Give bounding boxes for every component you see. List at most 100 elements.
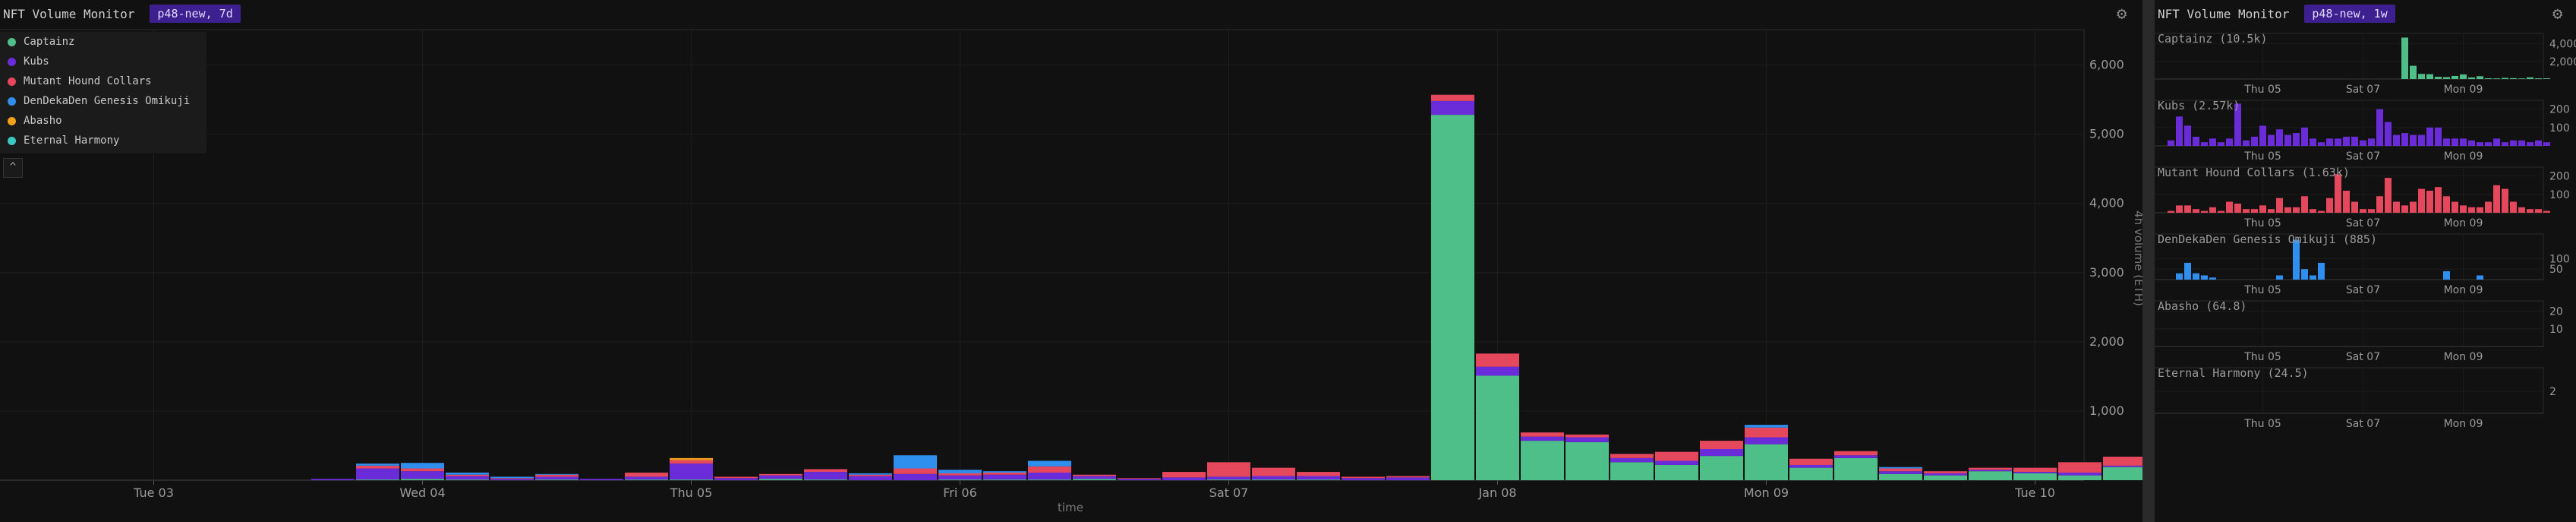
legend-label: Eternal Harmony [24,134,120,147]
legend-item[interactable]: Captainz [0,32,207,52]
bar-segment [1118,479,1161,480]
bar-segment [2013,472,2057,473]
bar-segment [1879,467,1922,469]
bar-segment [849,476,892,480]
bar-segment [1565,441,1609,480]
bar-segment [1297,472,1340,476]
mini-bar [2360,140,2366,146]
x-tick-label: Tue 03 [133,486,174,500]
bar-segment [1745,425,1788,428]
mini-bar [2368,138,2375,146]
mini-chart: 100 200 Thu 05 Sat 07 Mon 09 Kubs (2.57k) [2155,97,2576,164]
mini-bar [2535,209,2542,213]
mini-bar [2368,209,2375,213]
bar-segment [1610,462,1654,480]
mini-bar [2401,133,2408,146]
bar-segment [1879,468,1922,472]
mini-chart-title: Mutant Hound Collars (1.63k) [2158,166,2350,179]
mini-bar [2502,78,2508,79]
bar-segment [983,474,1026,480]
bar-segment [356,463,399,466]
mini-bar [2502,142,2508,146]
bar-segment [625,472,668,477]
legend-swatch [8,57,16,66]
legend-item[interactable]: DenDekaDen Genesis Omikuji [0,91,207,111]
mini-x-tick-label: Sat 07 [2346,84,2380,96]
legend-label: Kubs [24,55,49,68]
mini-bar [2301,127,2308,146]
bar-segment [580,479,623,480]
bar-segment [490,479,534,480]
mini-y-tick-label: 20 [2549,306,2563,318]
mini-bar [2276,129,2283,146]
mini-bar [2243,140,2250,146]
gear-icon[interactable]: ⚙ [2552,5,2562,24]
bar-segment [1789,458,1833,465]
y-tick-label: 2,000 [2089,334,2124,349]
bar-segment [401,479,444,480]
bar-segment [1028,460,1071,467]
mini-bar [2276,275,2283,280]
mini-bar [2451,75,2458,79]
y-tick-label: 4,000 [2089,196,2124,210]
bar-segment [804,479,847,480]
mini-y-tick-label: 100 [2549,253,2570,265]
small-panel-title: NFT Volume Monitor [2158,6,2290,21]
mini-chart-title: Captainz (10.5k) [2158,32,2268,46]
mini-chart-title: Eternal Harmony (24.5) [2158,366,2309,380]
bar-segment [1789,464,1833,468]
bar-segment [1879,471,1922,474]
bar-segment [1297,479,1340,480]
collapse-legend-button[interactable]: ^ [3,158,23,178]
mini-bar [2259,125,2266,146]
panel-divider[interactable] [2142,0,2155,522]
mini-bar [2418,188,2425,213]
bar-segment [1476,353,1519,367]
mini-bar [2243,209,2250,213]
legend-swatch [8,37,16,46]
x-tick-label: Jan 08 [1477,486,1516,500]
mini-bar [2518,78,2525,79]
bar-segment [1386,477,1430,480]
mini-bar [2335,174,2341,213]
bar-segment [670,479,713,480]
mini-bar [2443,77,2450,79]
bar-segment [1521,441,1564,480]
mini-bar [2318,262,2325,280]
bar-segment [2103,465,2142,467]
mini-x-tick-label: Mon 09 [2444,217,2483,229]
mini-bar [2284,134,2291,146]
mini-bar [2293,133,2300,146]
mini-bar [2318,210,2325,213]
mini-bar [2301,196,2308,213]
legend-item[interactable]: Mutant Hound Collars [0,71,207,91]
mini-y-tick-label: 2 [2549,386,2556,398]
bar-segment [535,474,579,477]
mini-bar [2443,196,2450,213]
mini-bar [2485,201,2492,213]
mini-bar [2326,198,2333,213]
bar-segment [401,471,444,479]
mini-y-tick-label: 10 [2549,324,2563,336]
mini-bar [2493,185,2500,213]
mini-bar [2410,134,2417,146]
mini-bar [2426,127,2433,146]
mini-chart: 100 200 Thu 05 Sat 07 Mon 09 Mutant Hound Col… [2155,164,2576,231]
main-stacked-bar-chart: 1,000 2,000 3,000 4,000 5,000 6,000 Tue 03 Wed … [0,29,2142,514]
bar-segment [1924,473,1967,476]
legend-item[interactable]: Kubs [0,52,207,71]
mini-y-tick-label: 200 [2549,104,2570,116]
mini-bar [2401,37,2408,79]
mini-bar [2268,134,2275,146]
mini-bar [2318,142,2325,146]
mini-bar [2360,209,2366,213]
legend-item[interactable]: Abasho [0,111,207,131]
mini-bar [2234,203,2241,213]
mini-bar [2201,142,2208,146]
x-tick-label: Wed 04 [399,486,445,500]
bar-segment [1342,476,1385,479]
bar-segment [983,472,1026,475]
legend-item[interactable]: Eternal Harmony [0,131,207,150]
mini-bar [2477,142,2483,146]
small-panel-tag[interactable]: p48-new, 1w [2304,5,2395,23]
